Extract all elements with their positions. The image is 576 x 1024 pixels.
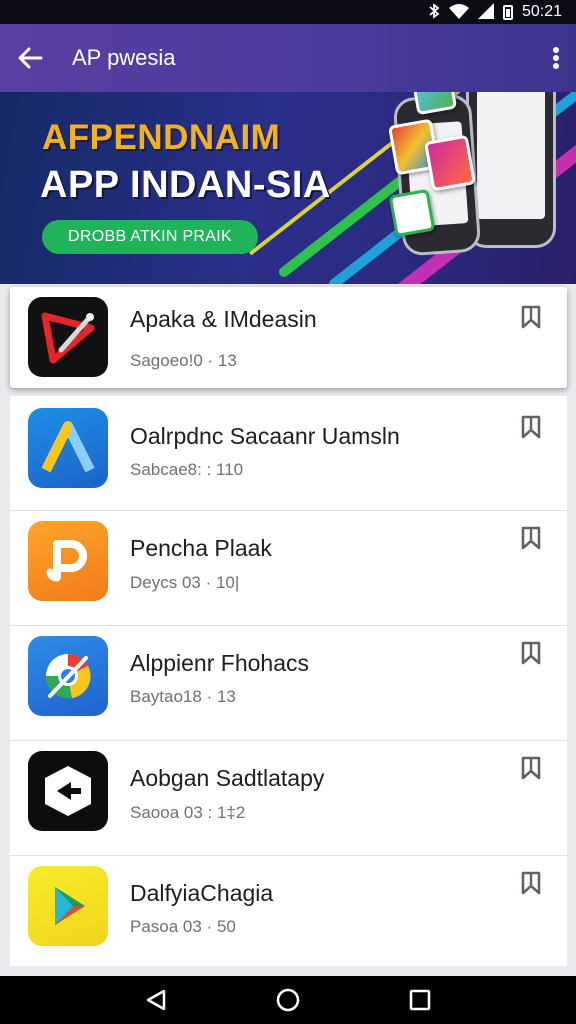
app-name: Alppienr Fhohacs <box>130 650 309 676</box>
app-meta: Sagoeo!0 · 13 <box>130 351 237 370</box>
back-button[interactable] <box>0 24 60 92</box>
bookmark-icon[interactable] <box>517 869 545 897</box>
nav-home-button[interactable] <box>264 976 312 1024</box>
app-tile-icon <box>423 134 477 192</box>
play-app-icon <box>28 866 108 946</box>
app-name: Pencha Plaak <box>130 535 272 561</box>
bluetooth-icon <box>428 3 440 21</box>
battery-icon <box>502 4 513 20</box>
blue-a-app-icon <box>28 408 108 488</box>
app-name: Aobgan Sadtlatapy <box>130 765 325 791</box>
app-meta: Sabcae8: : 110 <box>130 460 244 479</box>
banner-subheadline: APP INDAN-SIA <box>40 164 331 206</box>
red-arrow-app-icon <box>28 297 108 377</box>
home-circle-icon <box>276 988 300 1012</box>
bookmark-icon[interactable] <box>517 303 545 331</box>
bookmark-icon[interactable] <box>517 524 545 552</box>
recents-square-icon <box>409 989 431 1011</box>
app-meta: Pasoa 03 · 50 <box>130 917 236 936</box>
orange-p-app-icon <box>28 521 108 601</box>
app-name: Apaka & IMdeasin <box>130 306 317 332</box>
more-vert-icon <box>553 47 559 69</box>
app-meta: Deycs 03 · 10| <box>130 573 240 592</box>
arrow-left-icon <box>18 47 43 69</box>
page-title: AP pwesia <box>72 45 176 70</box>
wifi-icon <box>448 3 469 21</box>
app-bar: AP pwesia <box>0 24 576 92</box>
more-options-button[interactable] <box>536 24 576 92</box>
list-item[interactable]: Alppienr Fhohacs Baytao18 · 13 <box>10 626 567 741</box>
app-meta: Baytao18 · 13 <box>130 687 236 706</box>
signal-icon <box>477 3 494 21</box>
list-item[interactable]: DalfyiaChagia Pasoa 03 · 50 <box>10 856 567 966</box>
app-name: Oalrpdnc Sacaanr Uamsln <box>130 423 400 449</box>
app-tile-icon <box>388 188 436 238</box>
list-item[interactable]: Aobgan Sadtlatapy Saooa 03 : 1‡2 <box>10 741 567 856</box>
banner-cta-button[interactable]: DROBB ATKIN PRAIK <box>42 220 258 254</box>
banner-headline: AFPENDNAIM <box>42 118 281 157</box>
list-item[interactable]: Pencha Plaak Deycs 03 · 10| <box>10 511 567 626</box>
app-meta: Saooa 03 : 1‡2 <box>130 803 246 822</box>
list-item[interactable]: Apaka & IMdeasin Sagoeo!0 · 13 <box>10 287 567 388</box>
bookmark-icon[interactable] <box>517 754 545 782</box>
nav-recents-button[interactable] <box>396 976 444 1024</box>
app-list-card-featured: Apaka & IMdeasin Sagoeo!0 · 13 <box>10 287 567 388</box>
system-nav-bar <box>0 976 576 1024</box>
status-bar: 50:21 <box>0 0 576 24</box>
app-name: DalfyiaChagia <box>130 880 274 906</box>
list-item[interactable]: Oalrpdnc Sacaanr Uamsln Sabcae8: : 110 <box>10 396 567 511</box>
promo-banner[interactable]: AFPENDNAIM APP INDAN-SIA DROBB ATKIN PRA… <box>0 92 576 284</box>
browser-app-icon <box>28 636 108 716</box>
status-time: 50:21 <box>521 3 562 20</box>
back-triangle-icon <box>146 989 166 1011</box>
bookmark-icon[interactable] <box>517 413 545 441</box>
app-list: Oalrpdnc Sacaanr Uamsln Sabcae8: : 110 P… <box>10 396 567 966</box>
bookmark-icon[interactable] <box>517 639 545 667</box>
nav-back-button[interactable] <box>132 976 180 1024</box>
cube-app-icon <box>28 751 108 831</box>
